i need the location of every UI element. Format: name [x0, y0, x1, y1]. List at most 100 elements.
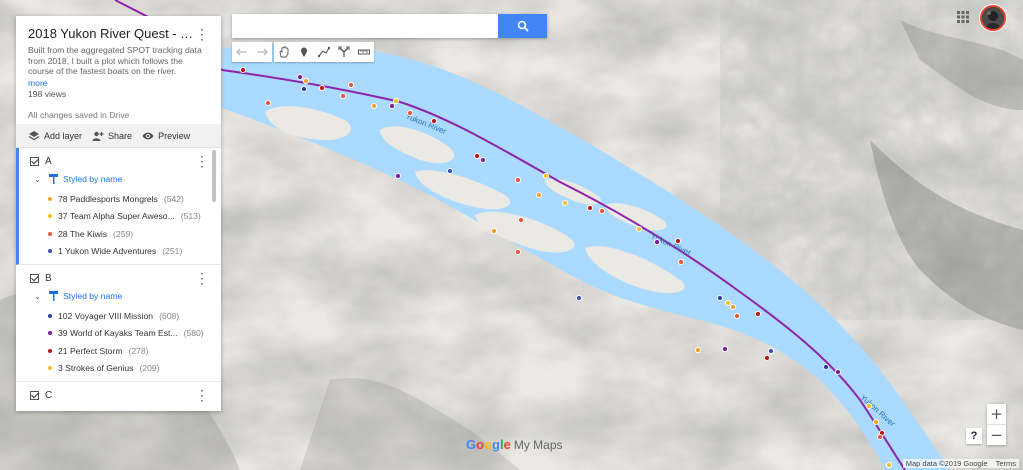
track-point-marker[interactable]	[721, 345, 729, 353]
track-point-marker[interactable]	[865, 402, 873, 410]
legend-label: 1 Yukon Wide Adventures	[58, 246, 157, 257]
track-point-marker[interactable]	[653, 238, 661, 246]
layer-b-name[interactable]: B	[45, 273, 52, 284]
track-point-marker[interactable]	[318, 84, 326, 92]
track-point-marker[interactable]	[677, 258, 685, 266]
layer-c[interactable]: C ⋮	[16, 382, 221, 406]
add-layer-button[interactable]: Add layer	[28, 130, 82, 142]
track-point-marker[interactable]	[834, 368, 842, 376]
track-point-marker[interactable]	[561, 199, 569, 207]
track-point-marker[interactable]	[473, 152, 481, 160]
track-point-marker[interactable]	[822, 363, 830, 371]
preview-button[interactable]: Preview	[142, 130, 190, 142]
search-box	[232, 14, 547, 38]
zoom-out-button[interactable]: −	[987, 425, 1006, 445]
track-point-marker[interactable]	[586, 204, 594, 212]
track-point-marker[interactable]	[635, 225, 643, 233]
legend-item[interactable]: 21 Perfect Storm (278)	[48, 342, 209, 360]
layer-c-checkbox[interactable]: C	[30, 390, 52, 401]
legend-count: (209)	[139, 363, 160, 374]
track-point-marker[interactable]	[339, 92, 347, 100]
layer-b-checkbox[interactable]: B	[30, 273, 52, 284]
legend-count: (542)	[163, 193, 184, 204]
track-point-marker[interactable]	[430, 117, 438, 125]
track-point-marker[interactable]	[885, 461, 893, 469]
add-marker-button[interactable]	[294, 42, 314, 62]
legend-item[interactable]: 78 Paddlesports Mongrels (542)	[48, 190, 209, 208]
apps-icon[interactable]	[957, 11, 969, 23]
legend-item[interactable]: 37 Team Alpha Super Aweso... (513)	[48, 208, 209, 226]
layer-c-name[interactable]: C	[45, 390, 52, 401]
chevron-down-icon[interactable]: ⌄	[34, 175, 44, 184]
track-point-marker[interactable]	[517, 216, 525, 224]
track-point-marker[interactable]	[388, 102, 396, 110]
track-point-marker[interactable]	[514, 176, 522, 184]
track-point-marker[interactable]	[264, 99, 272, 107]
track-point-marker[interactable]	[514, 248, 522, 256]
search-button[interactable]	[498, 14, 547, 38]
legend-item[interactable]: 28 The Kiwis (259)	[48, 225, 209, 243]
map-options-icon[interactable]: ⋮	[195, 27, 209, 41]
track-point-marker[interactable]	[724, 299, 732, 307]
chevron-down-icon[interactable]: ⌄	[34, 292, 44, 301]
track-point-marker[interactable]	[872, 418, 880, 426]
track-point-marker[interactable]	[876, 433, 884, 441]
search-input[interactable]	[232, 14, 498, 38]
track-point-marker[interactable]	[239, 66, 247, 74]
track-point-marker[interactable]	[446, 167, 454, 175]
layer-c-options-icon[interactable]: ⋮	[195, 388, 209, 402]
redo-icon	[257, 48, 268, 56]
legend-item[interactable]: 102 Voyager VIII Mission (608)	[48, 307, 209, 325]
legend-item[interactable]: 39 World of Kayaks Team Est... (580)	[48, 325, 209, 343]
redo-button[interactable]	[252, 42, 272, 62]
legend-item[interactable]: 1 Yukon Wide Adventures (251)	[48, 243, 209, 261]
account-avatar[interactable]	[980, 5, 1006, 31]
track-point-marker[interactable]	[406, 109, 414, 117]
map-title[interactable]: 2018 Yukon River Quest - Team D...	[28, 26, 195, 41]
track-point-marker[interactable]	[490, 227, 498, 235]
track-point-marker[interactable]	[729, 303, 737, 311]
layer-a-name[interactable]: A	[45, 156, 52, 167]
undo-button[interactable]	[232, 42, 252, 62]
track-point-marker[interactable]	[370, 102, 378, 110]
track-point-marker[interactable]	[479, 156, 487, 164]
help-button[interactable]: ?	[966, 428, 982, 444]
track-point-marker[interactable]	[542, 172, 550, 180]
layer-b[interactable]: B ⋮ ⌄ Styled by name 102 Voyager VIII Mi…	[16, 265, 221, 382]
track-point-marker[interactable]	[300, 85, 308, 93]
track-point-marker[interactable]	[754, 310, 762, 318]
select-pan-button[interactable]	[274, 42, 294, 62]
track-point-marker[interactable]	[733, 312, 741, 320]
terms-link[interactable]: Terms	[996, 459, 1016, 468]
track-point-marker[interactable]	[296, 73, 304, 81]
track-point-marker[interactable]	[575, 294, 583, 302]
track-point-marker[interactable]	[763, 354, 771, 362]
zoom-in-button[interactable]: +	[987, 404, 1006, 424]
layer-b-style-button[interactable]: ⌄ Styled by name	[34, 291, 209, 301]
more-link[interactable]: more	[28, 78, 209, 88]
layer-a-style-button[interactable]: ⌄ Styled by name	[34, 174, 209, 184]
layers-panel: 2018 Yukon River Quest - Team D... ⋮ Bui…	[16, 16, 221, 411]
track-point-marker[interactable]	[694, 346, 702, 354]
panel-scrollbar[interactable]	[212, 150, 216, 202]
layer-a-options-icon[interactable]: ⋮	[195, 154, 209, 168]
share-button[interactable]: Share	[92, 130, 132, 142]
legend-dot	[48, 348, 52, 353]
measure-button[interactable]	[354, 42, 374, 62]
track-point-marker[interactable]	[674, 237, 682, 245]
track-point-marker[interactable]	[535, 191, 543, 199]
track-point-marker[interactable]	[302, 77, 310, 85]
track-point-marker[interactable]	[767, 347, 775, 355]
track-point-marker[interactable]	[716, 294, 724, 302]
track-point-marker[interactable]	[347, 81, 355, 89]
layer-b-options-icon[interactable]: ⋮	[195, 271, 209, 285]
layer-a[interactable]: A ⋮ ⌄ Styled by name 78 Paddlesports Mon…	[16, 148, 221, 265]
legend-item[interactable]: 3 Strokes of Genius (209)	[48, 360, 209, 378]
track-point-marker[interactable]	[598, 207, 606, 215]
draw-line-button[interactable]	[314, 42, 334, 62]
track-point-marker[interactable]	[392, 97, 400, 105]
legend-label: 78 Paddlesports Mongrels	[58, 193, 158, 204]
track-point-marker[interactable]	[394, 172, 402, 180]
directions-button[interactable]	[334, 42, 354, 62]
layer-a-checkbox[interactable]: A	[30, 156, 52, 167]
